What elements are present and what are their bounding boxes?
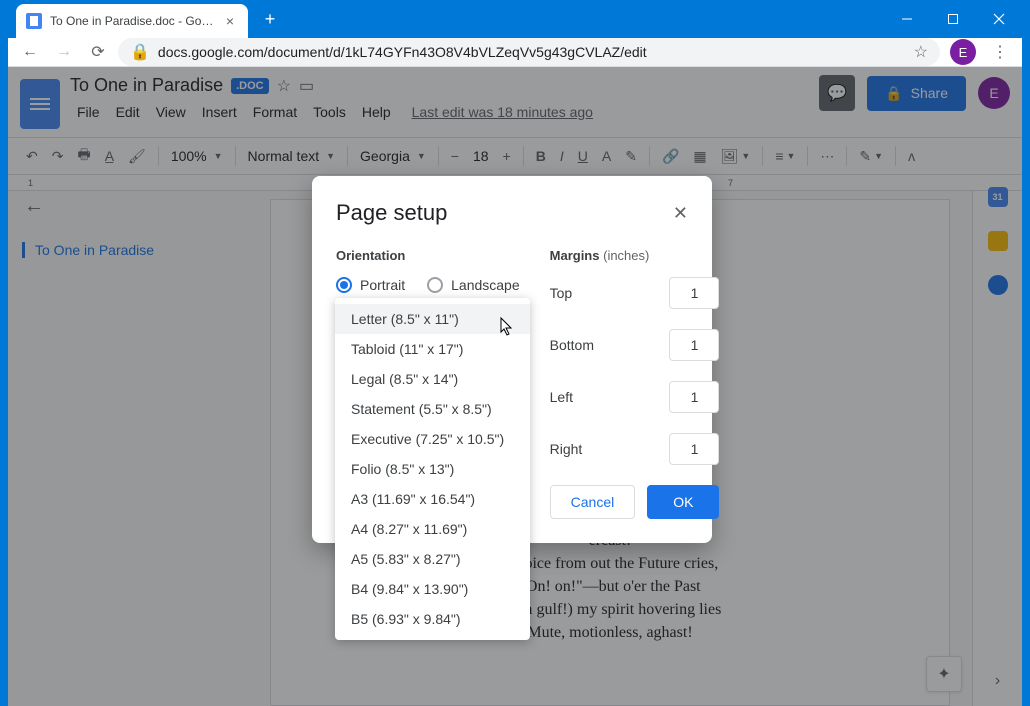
margin-top-input[interactable] — [669, 277, 719, 309]
chrome-menu-icon[interactable]: ⋮ — [986, 38, 1014, 66]
margin-top-label: Top — [550, 285, 573, 301]
ok-button[interactable]: OK — [647, 485, 719, 519]
address-bar: ← → ⟳ 🔒 docs.google.com/document/d/1kL74… — [8, 38, 1022, 67]
omnibox[interactable]: 🔒 docs.google.com/document/d/1kL74GYFn43… — [118, 38, 940, 66]
paper-size-option[interactable]: B5 (6.93" x 9.84") — [335, 604, 530, 634]
paper-size-option[interactable]: A3 (11.69" x 16.54") — [335, 484, 530, 514]
dialog-close-icon[interactable]: ✕ — [673, 203, 688, 224]
margins-label: Margins (inches) — [550, 248, 720, 263]
landscape-radio[interactable]: Landscape — [427, 277, 520, 293]
profile-avatar[interactable]: E — [950, 39, 976, 65]
margin-right-input[interactable] — [669, 433, 719, 465]
paper-size-option[interactable]: Legal (8.5" x 14") — [335, 364, 530, 394]
close-tab-icon[interactable]: × — [222, 13, 238, 29]
orientation-label: Orientation — [336, 248, 520, 263]
paper-size-option[interactable]: Folio (8.5" x 13") — [335, 454, 530, 484]
dialog-title: Page setup — [336, 200, 447, 226]
margin-bottom-label: Bottom — [550, 337, 594, 353]
tab-title: To One in Paradise.doc - Google — [50, 14, 214, 28]
cancel-button[interactable]: Cancel — [550, 485, 636, 519]
margin-left-label: Left — [550, 389, 573, 405]
docs-favicon — [26, 13, 42, 29]
paper-size-option[interactable]: A5 (5.83" x 8.27") — [335, 544, 530, 574]
paper-size-dropdown: Letter (8.5" x 11") Tabloid (11" x 17") … — [335, 298, 530, 640]
portrait-radio[interactable]: Portrait — [336, 277, 405, 293]
paper-size-option[interactable]: B4 (9.84" x 13.90") — [335, 574, 530, 604]
paper-size-option[interactable]: Tabloid (11" x 17") — [335, 334, 530, 364]
url-text: docs.google.com/document/d/1kL74GYFn43O8… — [158, 44, 647, 60]
back-button[interactable]: ← — [16, 38, 44, 66]
browser-tab[interactable]: To One in Paradise.doc - Google × — [16, 4, 248, 38]
paper-size-option[interactable]: Executive (7.25" x 10.5") — [335, 424, 530, 454]
lock-icon: 🔒 — [130, 42, 150, 62]
radio-checked-icon — [336, 277, 352, 293]
forward-button[interactable]: → — [50, 38, 78, 66]
maximize-button[interactable] — [930, 0, 976, 38]
minimize-button[interactable] — [884, 0, 930, 38]
paper-size-option[interactable]: A4 (8.27" x 11.69") — [335, 514, 530, 544]
radio-unchecked-icon — [427, 277, 443, 293]
paper-size-option[interactable]: Statement (5.5" x 8.5") — [335, 394, 530, 424]
margin-bottom-input[interactable] — [669, 329, 719, 361]
close-window-button[interactable] — [976, 0, 1022, 38]
margin-left-input[interactable] — [669, 381, 719, 413]
margin-right-label: Right — [550, 441, 583, 457]
reload-button[interactable]: ⟳ — [84, 38, 112, 66]
bookmark-star-icon[interactable]: ☆ — [914, 42, 928, 62]
new-tab-button[interactable]: + — [256, 5, 284, 33]
paper-size-option[interactable]: Letter (8.5" x 11") — [335, 304, 530, 334]
browser-titlebar: To One in Paradise.doc - Google × + — [8, 0, 1022, 38]
